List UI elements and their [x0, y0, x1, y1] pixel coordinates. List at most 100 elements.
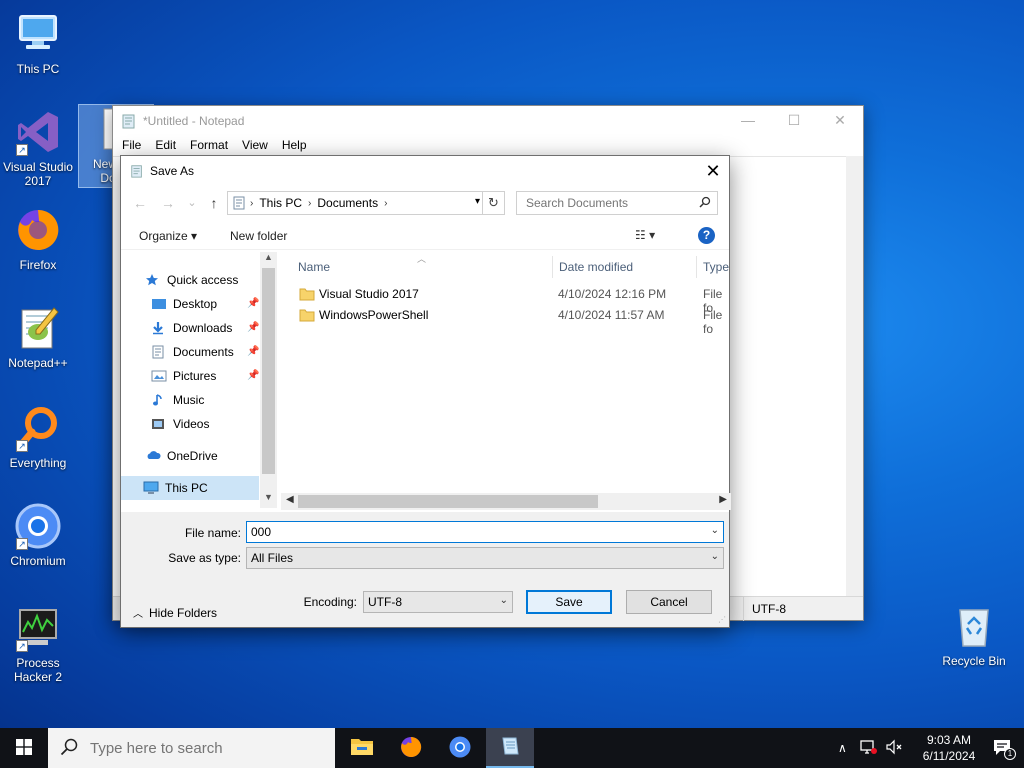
nav-downloads[interactable]: Downloads [151, 316, 232, 340]
chevron-up-icon[interactable]: ∧ [838, 741, 847, 755]
navigation-pane: Quick access Desktop 📌 Downloads 📌 Docum… [121, 252, 261, 508]
close-button[interactable]: ✕ [817, 106, 863, 134]
nav-onedrive[interactable]: OneDrive [145, 444, 218, 468]
desktop-icon-firefox[interactable]: Firefox [0, 206, 76, 272]
computer-icon [143, 481, 159, 495]
nav-quick-access[interactable]: Quick access [145, 268, 238, 292]
scroll-left-icon[interactable]: ◀ [286, 494, 294, 505]
desktop-icon-chromium[interactable]: ↗ Chromium [0, 502, 76, 568]
minimize-button[interactable]: — [725, 106, 771, 134]
desktop-icon-everything[interactable]: ↗ Everything [0, 404, 76, 470]
breadcrumb-documents[interactable]: Documents [313, 196, 382, 210]
nav-music[interactable]: Music [151, 388, 204, 412]
breadcrumb-this-pc[interactable]: This PC [255, 196, 306, 210]
organize-button[interactable]: Organize ▾ [139, 229, 197, 243]
back-button[interactable]: ← [131, 194, 149, 212]
desktop-icon-process-hacker[interactable]: ↗ Process Hacker 2 [0, 604, 76, 684]
folder-icon [299, 308, 315, 322]
hide-folders-button[interactable]: ︿ Hide Folders [133, 605, 217, 620]
cancel-button[interactable]: Cancel [626, 590, 712, 614]
encoding-select[interactable]: UTF-8 ⌄ [363, 591, 513, 613]
taskbar-firefox[interactable] [387, 728, 435, 768]
new-folder-button[interactable]: New folder [230, 229, 287, 243]
column-divider[interactable] [696, 256, 697, 278]
taskbar-file-explorer[interactable] [338, 728, 386, 768]
scroll-down-icon[interactable]: ▼ [260, 492, 277, 508]
notepad-icon [130, 164, 144, 178]
notepad-vertical-scrollbar[interactable] [846, 156, 863, 596]
menu-edit[interactable]: Edit [148, 136, 183, 156]
menu-file[interactable]: File [115, 136, 148, 156]
menu-view[interactable]: View [235, 136, 275, 156]
desktop-icon-visual-studio[interactable]: ↗ Visual Studio 2017 [0, 108, 76, 188]
chromium-icon: ↗ [14, 502, 62, 550]
column-header-date-modified[interactable]: Date modified [559, 260, 633, 274]
notepad-plus-plus-icon [14, 304, 62, 352]
taskbar-chromium[interactable] [436, 728, 484, 768]
chevron-down-icon[interactable]: ▾ [475, 196, 480, 207]
videos-icon [151, 417, 167, 431]
up-button[interactable]: ↑ [205, 194, 223, 212]
pin-icon: 📌 [247, 322, 260, 333]
pin-icon: 📌 [247, 298, 260, 309]
nav-documents[interactable]: Documents [151, 340, 234, 364]
taskbar-search-input[interactable] [88, 738, 308, 758]
desktop-icon-this-pc[interactable]: This PC [0, 10, 76, 76]
file-list-horizontal-scrollbar[interactable]: ◀ ▶ [281, 493, 731, 510]
dialog-close-button[interactable]: ✕ [697, 156, 729, 186]
nav-desktop[interactable]: Desktop [151, 292, 217, 316]
dialog-titlebar[interactable]: Save As [121, 156, 729, 186]
chevron-down-icon[interactable]: ⌄ [711, 551, 719, 562]
command-bar: Organize ▾ New folder ☷ ▾ ? [121, 224, 729, 250]
scroll-up-icon[interactable]: ▲ [260, 252, 277, 268]
refresh-icon[interactable]: ↻ [482, 192, 504, 214]
search-box[interactable] [516, 191, 718, 215]
taskbar-search-box[interactable] [48, 728, 335, 768]
help-button[interactable]: ? [698, 227, 715, 244]
breadcrumb-separator: › [384, 197, 388, 209]
file-name-input[interactable] [251, 525, 676, 539]
resize-grip-icon[interactable]: ⋰ [718, 615, 726, 624]
scroll-right-icon[interactable]: ▶ [719, 494, 727, 505]
notification-center-button[interactable]: 1 [992, 738, 1016, 760]
forward-button[interactable]: → [159, 194, 177, 212]
desktop-icon-notepad-plus-plus[interactable]: Notepad++ [0, 304, 76, 370]
network-icon[interactable] [859, 739, 877, 758]
notification-badge: 1 [1004, 748, 1016, 760]
file-row[interactable]: Visual Studio 2017 4/10/2024 12:16 PM Fi… [281, 284, 731, 315]
file-name-combobox[interactable]: ⌄ [246, 521, 724, 543]
desktop-folder-icon [151, 297, 167, 311]
nav-this-pc[interactable]: This PC [121, 476, 259, 500]
nav-videos[interactable]: Videos [151, 412, 209, 436]
taskbar-notepad[interactable] [486, 728, 534, 768]
maximize-button[interactable]: ☐ [771, 106, 817, 134]
chevron-down-icon[interactable]: ⌄ [500, 595, 508, 606]
address-toolbar: ← → ⌄ ↑ › This PC › Documents › ▾ ↻ [121, 190, 729, 216]
column-header-name[interactable]: Name [298, 260, 330, 274]
menu-format[interactable]: Format [183, 136, 235, 156]
process-hacker-icon: ↗ [14, 604, 62, 652]
view-options-button[interactable]: ☷ ▾ [635, 228, 655, 242]
volume-muted-icon[interactable] [885, 739, 903, 758]
menu-help[interactable]: Help [275, 136, 314, 156]
column-header-type[interactable]: Type [703, 260, 729, 274]
start-button[interactable] [0, 728, 48, 768]
scroll-thumb[interactable] [298, 495, 598, 508]
save-as-type-select[interactable]: All Files ⌄ [246, 547, 724, 569]
save-button[interactable]: Save [526, 590, 612, 614]
taskbar-clock[interactable]: 9:03 AM 6/11/2024 [914, 732, 984, 764]
dialog-title: Save As [150, 164, 195, 178]
file-row[interactable]: WindowsPowerShell 4/10/2024 11:57 AM Fil… [281, 305, 731, 336]
taskbar: ∧ 9:03 AM 6/11/2024 1 [0, 728, 1024, 768]
chevron-up-icon: ︿ [133, 609, 143, 620]
column-divider[interactable] [552, 256, 553, 278]
recent-locations-button[interactable]: ⌄ [183, 194, 201, 212]
chevron-down-icon[interactable]: ⌄ [711, 525, 719, 536]
nav-pictures[interactable]: Pictures [151, 364, 216, 388]
save-as-dialog[interactable]: Save As ✕ ← → ⌄ ↑ › This PC › Documents … [120, 155, 731, 628]
nav-pane-scrollbar[interactable]: ▲ ▼ [260, 252, 277, 508]
search-input[interactable] [524, 195, 694, 211]
scroll-thumb[interactable] [262, 268, 275, 474]
address-bar[interactable]: › This PC › Documents › ▾ ↻ [227, 191, 505, 215]
desktop-icon-recycle-bin[interactable]: Recycle Bin [936, 602, 1012, 668]
